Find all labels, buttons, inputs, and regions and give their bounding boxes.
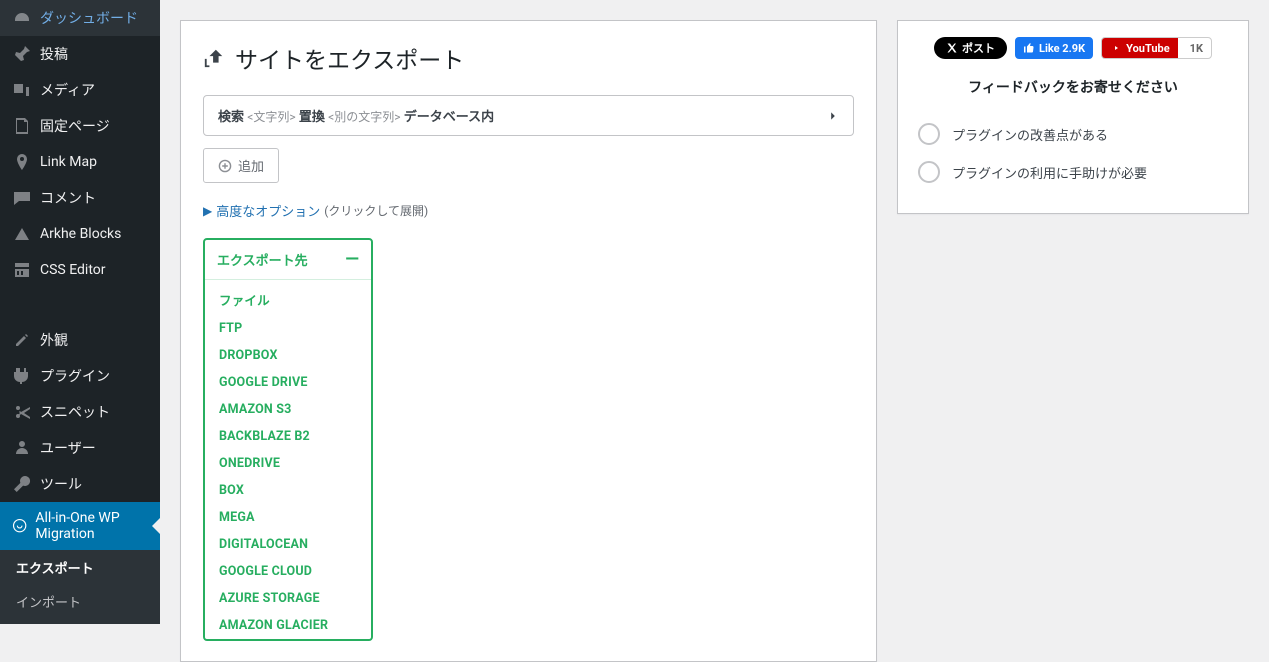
sidebar-item-media[interactable]: メディア bbox=[0, 72, 160, 108]
current-arrow-icon bbox=[152, 518, 160, 534]
sidebar-item-linkmap[interactable]: Link Map bbox=[0, 144, 160, 180]
sidebar-item-label: ユーザー bbox=[40, 438, 96, 458]
sidebar-item-posts[interactable]: 投稿 bbox=[0, 36, 160, 72]
advanced-options-link[interactable]: 高度なオプション bbox=[216, 201, 320, 220]
sidebar-item-dashboard[interactable]: ダッシュボード bbox=[0, 0, 160, 36]
youtube-button[interactable]: YouTube 1K bbox=[1101, 37, 1212, 59]
sidebar-separator bbox=[0, 288, 160, 322]
ai1wm-submenu: エクスポート インポート バックアップ1 bbox=[0, 550, 160, 624]
sidebar-item-label: スニペット bbox=[40, 402, 110, 422]
pin-icon bbox=[12, 44, 32, 64]
x-post-button[interactable]: ポスト bbox=[934, 37, 1007, 59]
thumbs-up-icon bbox=[1023, 42, 1035, 54]
sidebar-item-users[interactable]: ユーザー bbox=[0, 430, 160, 466]
export-panel: サイトをエクスポート 検索 <文字列> 置換 <別の文字列> データベース内 追… bbox=[180, 20, 877, 662]
export-to-header[interactable]: エクスポート先 — bbox=[205, 240, 371, 280]
advanced-options-hint: (クリックして展開) bbox=[324, 202, 428, 219]
sidebar-item-label: ツール bbox=[40, 474, 82, 494]
admin-sidebar: ダッシュボード 投稿 メディア 固定ページ Link Map コメント Arkh… bbox=[0, 0, 160, 624]
sidebar-item-comments[interactable]: コメント bbox=[0, 180, 160, 216]
export-target-option[interactable]: GOOGLE CLOUD bbox=[205, 558, 371, 585]
comment-icon bbox=[12, 188, 32, 208]
sidebar-item-snippets[interactable]: スニペット bbox=[0, 394, 160, 430]
arkhe-icon bbox=[12, 224, 32, 244]
sidebar-item-pages[interactable]: 固定ページ bbox=[0, 108, 160, 144]
page-title: サイトをエクスポート bbox=[203, 41, 854, 75]
export-target-option[interactable]: FTP bbox=[205, 315, 371, 342]
export-target-option[interactable]: ファイル bbox=[205, 280, 371, 315]
youtube-count: 1K bbox=[1182, 42, 1211, 55]
sidebar-item-label: プラグイン bbox=[40, 366, 110, 386]
sidebar-item-label: CSS Editor bbox=[40, 262, 106, 278]
location-icon bbox=[12, 152, 32, 172]
plugin-icon bbox=[12, 366, 32, 386]
radio-icon bbox=[918, 123, 940, 145]
youtube-icon bbox=[1110, 42, 1122, 54]
sidebar-item-ai1wm[interactable]: All-in-One WP Migration bbox=[0, 502, 160, 550]
sidebar-item-label: ダッシュボード bbox=[40, 8, 138, 28]
search-replace-text: 検索 <文字列> 置換 <別の文字列> データベース内 bbox=[218, 106, 494, 125]
minus-icon: — bbox=[345, 251, 359, 269]
advanced-options: ▶ 高度なオプション (クリックして展開) bbox=[203, 201, 854, 220]
sidebar-item-label: 外観 bbox=[40, 330, 68, 350]
export-target-option[interactable]: BOX bbox=[205, 477, 371, 504]
sidebar-item-tools[interactable]: ツール bbox=[0, 466, 160, 502]
export-target-option[interactable]: BACKBLAZE B2 bbox=[205, 423, 371, 450]
sidebar-item-arkheblocks[interactable]: Arkhe Blocks bbox=[0, 216, 160, 252]
media-icon bbox=[12, 80, 32, 100]
tools-icon bbox=[12, 474, 32, 494]
export-icon bbox=[203, 47, 225, 69]
sidebar-item-label: Link Map bbox=[40, 154, 97, 170]
sidebar-item-label: All-in-One WP Migration bbox=[35, 510, 148, 542]
sidebar-item-appearance[interactable]: 外観 bbox=[0, 322, 160, 358]
export-target-option[interactable]: ONEDRIVE bbox=[205, 450, 371, 477]
export-target-option[interactable]: MEGA bbox=[205, 504, 371, 531]
sidebar-item-label: メディア bbox=[40, 80, 95, 100]
export-target-option[interactable]: AMAZON S3 bbox=[205, 396, 371, 423]
sidebar-item-label: 投稿 bbox=[40, 44, 68, 64]
appearance-icon bbox=[12, 330, 32, 350]
submenu-backup[interactable]: バックアップ1 bbox=[0, 618, 160, 624]
search-replace-row[interactable]: 検索 <文字列> 置換 <別の文字列> データベース内 bbox=[203, 95, 854, 136]
export-target-option[interactable]: AZURE STORAGE bbox=[205, 585, 371, 612]
feedback-sidebar: ポスト Like 2.9K YouTube 1K フィードバックをお寄せください bbox=[897, 20, 1249, 214]
feedback-heading: フィードバックをお寄せください bbox=[918, 77, 1228, 97]
export-target-option[interactable]: GOOGLE DRIVE bbox=[205, 369, 371, 396]
radio-icon bbox=[918, 161, 940, 183]
sidebar-item-csseditor[interactable]: CSS Editor bbox=[0, 252, 160, 288]
social-buttons: ポスト Like 2.9K YouTube 1K bbox=[918, 37, 1228, 59]
feedback-option-improve[interactable]: プラグインの改善点がある bbox=[918, 115, 1228, 153]
csseditor-icon bbox=[12, 260, 32, 280]
migration-icon bbox=[12, 516, 27, 536]
fb-like-button[interactable]: Like 2.9K bbox=[1015, 37, 1093, 59]
plus-circle-icon bbox=[218, 159, 232, 173]
dashboard-icon bbox=[12, 8, 32, 28]
submenu-export[interactable]: エクスポート bbox=[0, 550, 160, 584]
sidebar-item-label: 固定ページ bbox=[40, 116, 110, 136]
sidebar-item-label: コメント bbox=[40, 188, 96, 208]
feedback-option-help[interactable]: プラグインの利用に手助けが必要 bbox=[918, 153, 1228, 191]
export-target-option[interactable]: DIGITALOCEAN bbox=[205, 531, 371, 558]
chevron-right-icon bbox=[827, 110, 839, 122]
x-icon bbox=[946, 42, 958, 54]
caret-right-icon: ▶ bbox=[203, 204, 212, 218]
add-button[interactable]: 追加 bbox=[203, 148, 279, 183]
export-target-option[interactable]: AMAZON GLACIER bbox=[205, 612, 371, 639]
scissors-icon bbox=[12, 402, 32, 422]
export-target-option[interactable]: DROPBOX bbox=[205, 342, 371, 369]
sidebar-item-plugins[interactable]: プラグイン bbox=[0, 358, 160, 394]
export-to-dropdown: エクスポート先 — ファイルFTPDROPBOXGOOGLE DRIVEAMAZ… bbox=[203, 238, 373, 641]
submenu-import[interactable]: インポート bbox=[0, 584, 160, 618]
page-icon bbox=[12, 116, 32, 136]
sidebar-item-label: Arkhe Blocks bbox=[40, 226, 121, 242]
user-icon bbox=[12, 438, 32, 458]
